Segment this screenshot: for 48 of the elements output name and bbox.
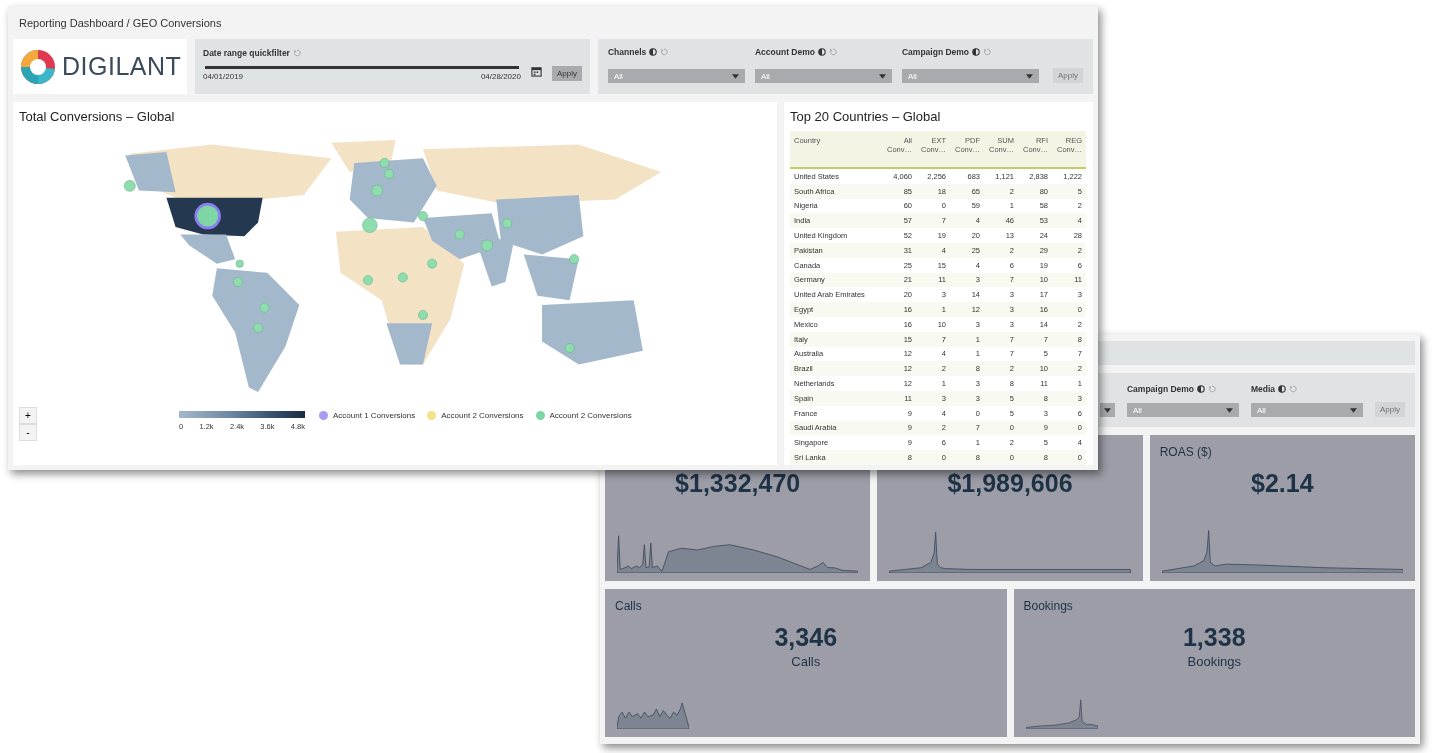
date-range-slider[interactable] (205, 66, 519, 69)
contrast-icon (817, 48, 826, 56)
metric-value: $1,332,470 (675, 469, 801, 497)
reset-icon[interactable] (292, 49, 301, 57)
reset-icon[interactable] (1208, 385, 1217, 393)
filter-label: Date range quickfilter (203, 48, 290, 58)
caret-icon (1226, 407, 1233, 413)
breadcrumb: Reporting Dashboard / GEO Conversions (19, 16, 222, 29)
panel-title: Total Conversions – Global (19, 109, 175, 124)
metric-value: $2.14 (1251, 469, 1314, 497)
calendar-icon[interactable] (530, 66, 542, 77)
caret-icon (732, 73, 739, 79)
filter-label: Media (1251, 384, 1276, 394)
caret-icon (1104, 407, 1111, 413)
caret-icon (1350, 407, 1357, 413)
contrast-icon (1278, 385, 1287, 393)
contrast-icon (1197, 385, 1206, 393)
end-date: 04/28/2020 (480, 72, 521, 81)
legend-label: Account 2 Conversions (549, 411, 632, 420)
metric-value: 3,346 (774, 623, 838, 651)
card-title: Calls (615, 599, 642, 613)
metric-value: $1,989,606 (947, 469, 1073, 497)
caret-icon (1026, 73, 1033, 79)
filter-label: Campaign Demo (1127, 384, 1195, 394)
filter-label: Account Demo (755, 47, 815, 57)
metric-caption: Calls (791, 654, 821, 669)
start-date: 04/01/2019 (203, 72, 244, 81)
reset-icon[interactable] (1289, 385, 1298, 393)
apply-button[interactable]: Apply (551, 66, 582, 81)
metric-caption: Bookings (1187, 654, 1241, 669)
filter-label: Channels (608, 47, 647, 57)
panel-title: Top 20 Countries – Global (790, 109, 941, 124)
filter-label: Campaign Demo (902, 47, 970, 57)
caret-icon (879, 73, 886, 79)
contrast-icon (972, 48, 981, 56)
contrast-icon (649, 48, 658, 56)
logo-text: DIGILANT (62, 52, 182, 81)
zoom-out-button[interactable]: - (19, 424, 37, 441)
reset-icon[interactable] (828, 48, 837, 56)
legend-label: Account 2 Conversions (441, 411, 524, 420)
reset-icon[interactable] (983, 48, 992, 56)
card-title: ROAS ($) (1159, 445, 1212, 459)
zoom-in-button[interactable]: + (19, 407, 37, 424)
reset-icon[interactable] (660, 48, 669, 56)
card-title: Bookings (1023, 599, 1073, 613)
legend-label: Account 1 Conversions (333, 411, 416, 420)
metric-value: 1,338 (1182, 623, 1246, 651)
dropdown[interactable] (1100, 403, 1115, 417)
